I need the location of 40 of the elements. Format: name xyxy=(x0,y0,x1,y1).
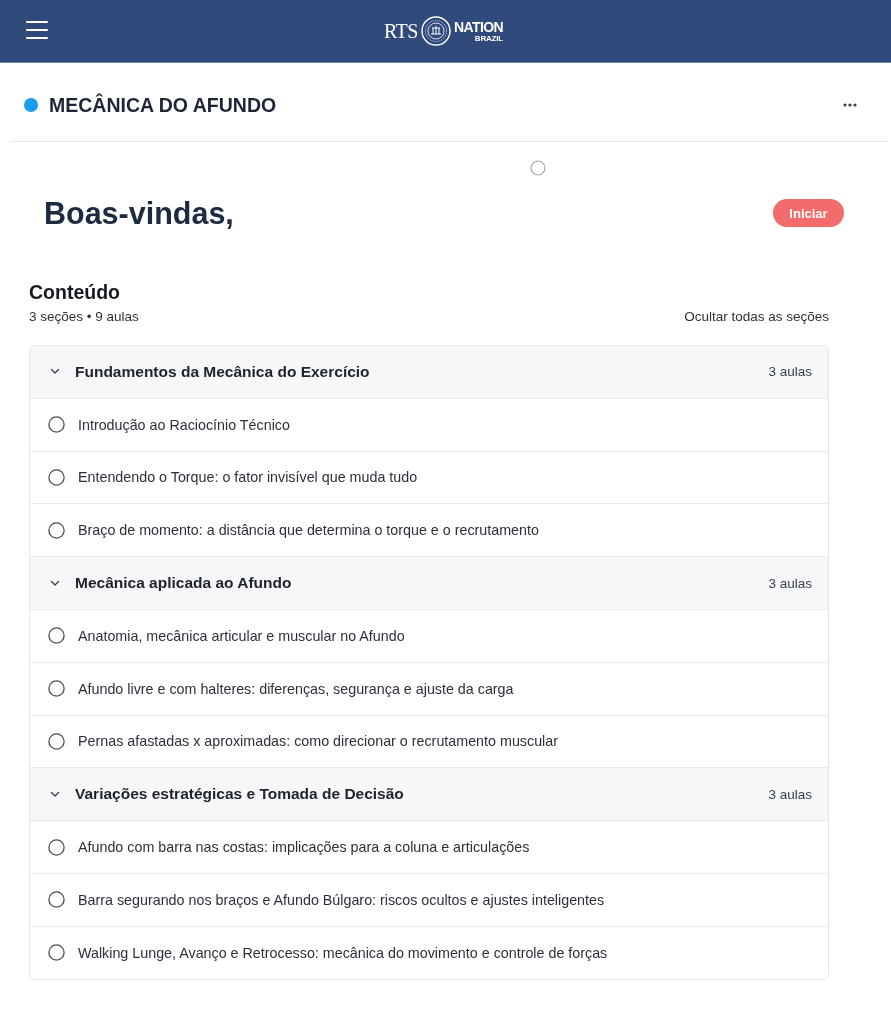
lesson-title: Barra segurando nos braços e Afundo Búlgaro: riscos ocultos e ajustes inteligentes xyxy=(78,891,605,908)
lesson-title: Anatomia, mecânica articular e muscular no Afundo xyxy=(78,627,405,644)
menu-icon[interactable] xyxy=(26,19,48,41)
logo-text: RTS xyxy=(384,19,418,43)
logo-subtext: BRAZIL xyxy=(474,34,503,43)
circle-icon[interactable] xyxy=(48,521,65,539)
circle-icon[interactable] xyxy=(48,469,65,486)
lesson-count: 3 aulas xyxy=(768,364,812,380)
section-header[interactable]: Mecânica aplicada ao Afundo 3 aulas xyxy=(30,557,828,610)
lesson-title: Walking Lunge, Avanço e Retrocesso: mecânica do movimento e controle de forças xyxy=(78,944,608,961)
course-summary: 3 seções • 9 aulas xyxy=(29,309,139,324)
lesson-title: Braço de momento: a distância que determina o torque e o recrutamento xyxy=(78,522,539,539)
lesson-title: Afundo livre e com halteres: diferenças, segurança e ajuste da carga xyxy=(78,680,514,697)
logo-text: NATION xyxy=(453,19,503,34)
section-title: Mecânica aplicada ao Afundo xyxy=(75,574,292,593)
circle-icon[interactable] xyxy=(48,416,65,434)
ring-icon xyxy=(530,160,546,176)
circle-icon[interactable] xyxy=(48,838,65,856)
circle-icon[interactable] xyxy=(48,680,65,698)
lesson-title: Pernas afastadas x aproximadas: como direcionar o recrutamento muscular xyxy=(78,733,558,750)
seal-icon xyxy=(420,16,451,46)
section-header[interactable]: Fundamentos da Mecânica do Exercício 3 aulas xyxy=(30,346,828,399)
lesson-title: Afundo com barra nas costas: implicações para a coluna e articulações xyxy=(78,839,530,856)
section-header[interactable]: Variações estratégicas e Tomada de Decisão 3 aulas xyxy=(30,768,828,822)
status-dot-icon xyxy=(24,98,38,112)
content-heading: Conteúdo xyxy=(29,280,120,304)
welcome-heading: Boas-vindas, xyxy=(44,195,234,231)
section-title: Variações estratégicas e Tomada de Decisão xyxy=(75,785,404,804)
course-title: MECÂNICA DO AFUNDO xyxy=(49,93,277,117)
lesson-title: Entendendo o Torque: o fator invisível que muda tudo xyxy=(78,469,418,486)
circle-icon[interactable] xyxy=(48,627,65,645)
circle-icon[interactable] xyxy=(48,944,65,962)
lesson-count: 3 aulas xyxy=(768,786,812,802)
collapse-all-link[interactable]: Ocultar todas as seções xyxy=(684,309,829,324)
circle-icon[interactable] xyxy=(48,732,65,750)
lesson-count: 3 aulas xyxy=(768,575,812,591)
more-icon[interactable] xyxy=(842,102,858,108)
section-title: Fundamentos da Mecânica do Exercício xyxy=(75,362,370,381)
lesson-title: Introdução ao Raciocínio Técnico xyxy=(78,416,290,433)
circle-icon[interactable] xyxy=(48,891,65,909)
